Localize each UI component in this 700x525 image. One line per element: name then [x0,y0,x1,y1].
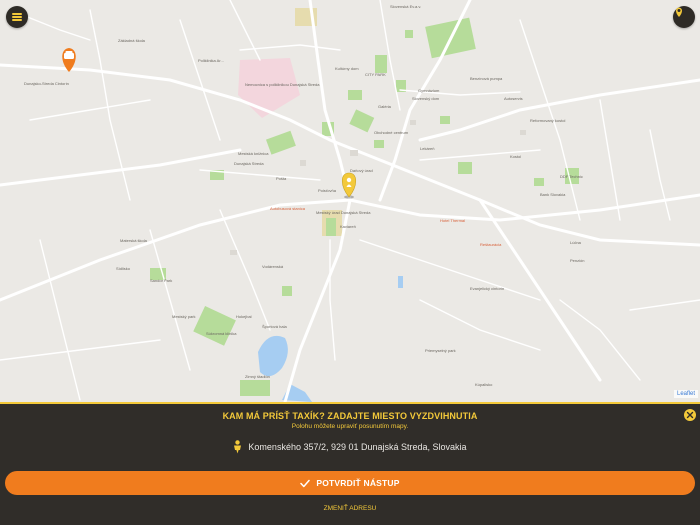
map-label: Evanjelický cintorín [470,286,504,291]
map-label: Reformovaný kostol [530,118,565,123]
panel-title: KAM MÁ PRÍSŤ TAXÍK? ZADAJTE MIESTO VYZDV… [222,411,478,421]
map-label: Vodárenská [262,264,284,269]
change-address-link[interactable]: ZMENIŤ ADRESU [0,505,700,512]
map-label: Bank Slovakia [540,192,566,197]
map-view[interactable]: Slovenská Ev.a.v. Základná škola Polikli… [0,0,700,402]
map-tiles[interactable]: Slovenská Ev.a.v. Základná škola Polikli… [0,0,700,402]
map-label: Dunajská Streda [234,161,264,166]
map-label: Kostol [510,154,521,159]
map-label: Obchodné centrum [374,130,409,135]
map-label: Pošta [276,176,287,181]
map-label: Sandor Park [150,278,172,283]
location-pin-icon[interactable] [673,6,695,28]
map-label: Poliklinika Ar... [198,58,224,63]
map-label: Hokejbal [236,314,252,319]
map-label: Materská škola [120,238,148,243]
checkmark-icon [300,479,311,487]
leaflet-attribution[interactable]: Leaflet [673,390,698,398]
map-label: Slovenský dom [412,96,440,101]
map-label: Gymnázium [418,88,440,93]
map-label: Dunajsko-Streda Cintorín [24,81,69,86]
map-label: Kaviareň [340,224,356,229]
map-label: Sídlisko [116,266,131,271]
map-label: Reštaurácia [480,242,502,247]
map-label: Nemocnica s poliklinikou Dunajská Streda [245,82,320,87]
map-label: Kultúrny dom [335,66,359,71]
map-label: Súkromná klinika [206,331,237,336]
map-label: Benzínová pumpa [470,76,503,81]
confirm-pickup-button[interactable]: POTVRDIŤ NÁSTUP [5,471,695,495]
map-label: Autoservis [504,96,523,101]
map-label: Poisťovňa [318,188,337,193]
person-pin-icon [234,440,242,454]
pickup-address: Komenského 357/2, 929 01 Dunajská Streda… [248,442,467,452]
confirm-pickup-label: POTVRDIŤ NÁSTUP [316,478,400,488]
map-label: Autobusová stanica [270,206,306,211]
map-label: Mestský park [172,314,196,319]
map-label: Lekáreň [420,146,434,151]
map-label: Športová hala [262,324,287,329]
map-label: Hotel Thermal [440,218,465,223]
hamburger-menu-icon[interactable] [6,6,28,28]
map-label: Daňový úrad [350,168,373,173]
pickup-panel: KAM MÁ PRÍSŤ TAXÍK? ZADAJTE MIESTO VYZDV… [0,402,700,525]
map-label: Slovenská Ev.a.v. [390,4,421,9]
map-label: CITY PARK [365,72,386,77]
map-label: Základná škola [118,38,146,43]
map-label: DDF Technic [560,174,583,179]
map-label: Lúčna [570,240,582,245]
map-label: Zimný štadión [245,374,270,379]
address-row: Komenského 357/2, 929 01 Dunajská Streda… [0,440,700,454]
panel-subtitle: Polohu môžete upraviť posunutím mapy. [291,423,409,430]
map-label: Priemyselný park [425,348,456,353]
map-label: Galéria [378,104,392,109]
map-label: Penzión [570,258,584,263]
map-label: Kúpalisko [475,382,493,387]
map-label: Mestská knižnica [238,151,269,156]
map-label: Mestský úrad Dunajská Streda [316,210,371,215]
